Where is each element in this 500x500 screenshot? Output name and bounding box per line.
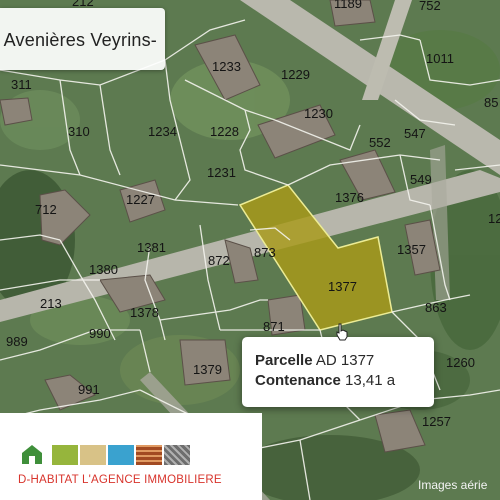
parcel-label-1357: 1357 [397, 242, 426, 257]
parcel-label-310: 310 [68, 124, 90, 139]
parcel-label-1260: 1260 [446, 355, 475, 370]
parcel-label-549: 549 [410, 172, 432, 187]
logo-swatch-sand [80, 445, 106, 465]
parcel-label-872: 872 [208, 253, 230, 268]
hand-cursor-icon [336, 323, 348, 341]
parcel-label-712: 712 [35, 202, 57, 217]
parcel-label-873: 873 [254, 245, 276, 260]
parcel-label-1228: 1228 [210, 124, 239, 139]
parcel-label-1229: 1229 [281, 67, 310, 82]
parcel-label-547: 547 [404, 126, 426, 141]
parcel-label-85: 85 [484, 95, 498, 110]
contenance-row: Contenance 13,41 a [255, 372, 395, 389]
parcel-label-752: 752 [419, 0, 441, 13]
agency-name: D-HABITAT L'AGENCE IMMOBILIERE [18, 474, 222, 486]
commune-name-box: Avenières Veyrins- [0, 8, 165, 70]
logo-swatch-stone [164, 445, 190, 465]
parcel-label-1231: 1231 [207, 165, 236, 180]
parcel-label-1189: 1189 [334, 0, 362, 11]
contenance-value: 13,41 a [345, 372, 396, 389]
parcel-label-1376: 1376 [335, 190, 364, 205]
parcel-label-552: 552 [369, 135, 391, 150]
contenance-label: Contenance [255, 372, 341, 389]
house-logo-icon [22, 445, 42, 464]
imagery-attribution: Images aérie [418, 478, 488, 492]
parcel-label-1377: 1377 [328, 279, 357, 294]
parcel-label-989: 989 [6, 334, 28, 349]
parcelle-label: Parcelle [255, 352, 313, 369]
parcel-label-871: 871 [263, 319, 285, 334]
parcel-label-1380: 1380 [89, 262, 118, 277]
commune-name: Avenières Veyrins- [3, 30, 157, 50]
parcel-label-311: 311 [11, 77, 32, 92]
parcel-label-990: 990 [89, 326, 111, 341]
parcel-label-991: 991 [78, 382, 100, 397]
parcel-label-1227: 1227 [126, 192, 155, 207]
parcel-label-863: 863 [425, 300, 447, 315]
parcel-label-12: 12 [488, 211, 500, 226]
parcel-label-1233: 1233 [212, 59, 241, 74]
logo-swatch-brick [136, 445, 162, 465]
parcelle-row: Parcelle AD 1377 [255, 352, 374, 369]
parcel-label-1234: 1234 [148, 124, 177, 139]
parcel-label-1011: 1011 [426, 51, 454, 66]
parcel-label-1378: 1378 [130, 305, 159, 320]
parcel-label-1230: 1230 [304, 106, 333, 121]
parcelle-value: AD 1377 [315, 352, 375, 369]
logo-swatch-green [52, 445, 78, 465]
parcel-label-1379: 1379 [193, 362, 222, 377]
parcel-label-1257: 1257 [422, 414, 451, 429]
logo-swatch-water [108, 445, 134, 465]
parcel-label-213: 213 [40, 296, 62, 311]
agency-logo: D-HABITAT L'AGENCE IMMOBILIERE [0, 413, 262, 500]
parcel-label-1381: 1381 [137, 240, 166, 255]
parcel-info-popup: Parcelle AD 1377 Contenance 13,41 a [242, 337, 434, 407]
